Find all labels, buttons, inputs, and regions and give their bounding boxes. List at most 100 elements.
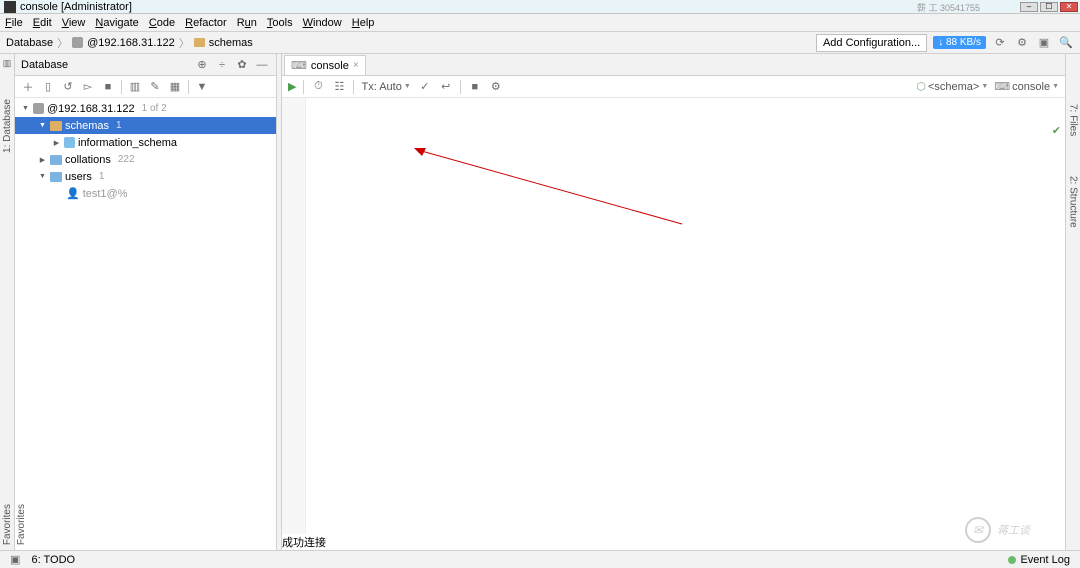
nav-bar: Database 〉 @192.168.31.122 〉 schemas Add… [0, 32, 1080, 54]
menu-code[interactable]: Code [149, 17, 175, 29]
folder-icon [50, 155, 62, 165]
target-icon[interactable]: ⊕ [194, 57, 210, 73]
left-gutter: ▥ 1: Database [0, 54, 15, 550]
line-gutter [282, 98, 306, 534]
stop-icon[interactable]: ■ [101, 81, 115, 93]
menu-window[interactable]: Window [303, 17, 342, 29]
run-icon[interactable]: ▶ [288, 80, 296, 93]
menu-edit[interactable]: Edit [33, 17, 52, 29]
crumb-conn[interactable]: @192.168.31.122 [87, 37, 175, 49]
rollback-arrow-icon[interactable]: ↩ [439, 80, 453, 93]
explain-icon[interactable]: ☷ [332, 80, 346, 93]
menu-help[interactable]: Help [352, 17, 375, 29]
terminal-icon[interactable]: ▣ [10, 554, 20, 566]
menu-tools[interactable]: Tools [267, 17, 293, 29]
editor-toolbar: ▶ ⏱ ☷ Tx: Auto▼ ✓ ↩ ■ ⚙ ⬡ <schema>▼ ⌨ co… [282, 76, 1065, 98]
right-gutter-structure[interactable]: 2: Structure [1068, 176, 1079, 228]
tab-label: console [311, 60, 349, 72]
layout-icon[interactable]: ▣ [1036, 35, 1052, 51]
title-bar: console [Administrator] 薪 工 30541755 – ☐… [0, 0, 1080, 14]
tree-information-schema[interactable]: information_schema [15, 134, 276, 151]
menu-file[interactable]: File [5, 17, 23, 29]
maximize-button[interactable]: ☐ [1040, 2, 1058, 12]
folder-icon [50, 121, 62, 131]
collations-count: 222 [118, 154, 135, 165]
editor-body[interactable] [282, 98, 1065, 534]
panel-tools: ⊕ ÷ ✿ — [194, 57, 270, 73]
menu-view[interactable]: View [62, 17, 86, 29]
tree-users[interactable]: users 1 [15, 168, 276, 185]
collations-label: collations [65, 154, 111, 166]
menu-run[interactable]: Run [237, 17, 257, 29]
test1-label: test1@% [83, 188, 128, 200]
status-bar: ▣ 6: TODO Event Log [0, 550, 1080, 568]
status-left: ▣ 6: TODO [10, 553, 75, 566]
cancel-icon[interactable]: ■ [468, 81, 482, 93]
menu-navigate[interactable]: Navigate [95, 17, 138, 29]
todo-tab[interactable]: 6: TODO [31, 554, 75, 566]
minimize-button[interactable]: – [1020, 2, 1038, 12]
search-icon[interactable]: 🔍 [1058, 35, 1074, 51]
sync-icon[interactable]: ⟳ [992, 35, 1008, 51]
watermark: ✉ 蒋工谈 [965, 517, 1030, 543]
db-toolbar: ＋ ▯ ↺ ▻ ■ ▥ ✎ ▦ ▼ [15, 76, 276, 98]
hide-icon[interactable]: — [254, 57, 270, 73]
settings-icon[interactable]: ✿ [234, 57, 250, 73]
tree-connection[interactable]: @192.168.31.122 1 of 2 [15, 100, 276, 117]
right-gutter-files[interactable]: 7: Files [1068, 104, 1079, 136]
event-log-button[interactable]: Event Log [1020, 554, 1070, 566]
main-area: ▥ 1: Database Database ⊕ ÷ ✿ — ＋ ▯ ↺ ▻ ■… [0, 54, 1080, 550]
close-tab-icon[interactable]: × [353, 60, 359, 71]
editor-zone: ⌨ console × ▶ ⏱ ☷ Tx: Auto▼ ✓ ↩ ■ ⚙ ⬡ <s… [282, 54, 1065, 550]
refresh-icon[interactable]: ↺ [61, 80, 75, 93]
app-icon [4, 1, 16, 13]
watermark-text: 蒋工谈 [997, 522, 1030, 538]
tx-mode-dropdown[interactable]: Tx: Auto▼ [361, 81, 410, 93]
tree-schemas[interactable]: schemas 1 [15, 117, 276, 134]
expand-toggle[interactable] [52, 138, 61, 147]
expand-toggle[interactable] [38, 172, 47, 181]
edit-icon[interactable]: ✎ [148, 80, 162, 93]
menu-bar: File Edit View Navigate Code Refactor Ru… [0, 14, 1080, 32]
conn-label: @192.168.31.122 [47, 103, 135, 115]
add-icon[interactable]: ＋ [21, 79, 35, 95]
users-label: users [65, 171, 92, 183]
copy-icon[interactable]: ▯ [41, 80, 55, 93]
menu-refactor[interactable]: Refactor [185, 17, 227, 29]
history-icon[interactable]: ⏱ [311, 80, 325, 93]
tab-console[interactable]: ⌨ console × [284, 55, 366, 75]
cols-icon[interactable]: ▥ [128, 80, 142, 93]
crumb-root[interactable]: Database [6, 37, 53, 49]
db-icon [33, 103, 44, 114]
add-configuration-button[interactable]: Add Configuration... [816, 34, 927, 52]
favorites-tab[interactable]: Favorites Favorites [2, 504, 27, 548]
download-speed-pill[interactable]: ↓ 88 KB/s [933, 36, 986, 49]
tools-icon[interactable]: ⚙ [1014, 35, 1030, 51]
schema-icon [64, 137, 75, 148]
expand-toggle[interactable] [21, 104, 30, 113]
filter-icon[interactable]: ▼ [195, 81, 209, 93]
crumb-sep: 〉 [179, 35, 190, 51]
toolbar-separator [188, 80, 189, 94]
console-dropdown[interactable]: ⌨ console▼ [994, 80, 1059, 93]
tree-collations[interactable]: collations 222 [15, 151, 276, 168]
expand-icon[interactable]: ÷ [214, 57, 230, 73]
inspection-ok-icon: ✔ [1052, 124, 1061, 137]
settings-small-icon[interactable]: ⚙ [489, 80, 503, 93]
close-button[interactable]: ✕ [1060, 2, 1078, 12]
toolbar-separator [303, 80, 304, 94]
toolbar-separator [121, 80, 122, 94]
expand-toggle[interactable] [38, 121, 47, 130]
expand-toggle[interactable] [38, 155, 47, 164]
crumb-leaf[interactable]: schemas [209, 37, 253, 49]
schema-dropdown[interactable]: ⬡ <schema>▼ [916, 80, 988, 93]
table-icon[interactable]: ▦ [168, 80, 182, 93]
left-gutter-database[interactable]: 1: Database [2, 99, 13, 153]
commit-icon[interactable]: ✓ [418, 80, 432, 93]
breadcrumb: Database 〉 @192.168.31.122 〉 schemas [6, 35, 253, 51]
rollback-icon[interactable]: ▻ [81, 80, 95, 93]
database-tool-icon[interactable]: ▥ [3, 58, 12, 69]
tree-test1[interactable]: 👤 test1@% [15, 185, 276, 202]
nav-right: Add Configuration... ↓ 88 KB/s ⟳ ⚙ ▣ 🔍 [816, 34, 1074, 52]
toolbar-separator [353, 80, 354, 94]
